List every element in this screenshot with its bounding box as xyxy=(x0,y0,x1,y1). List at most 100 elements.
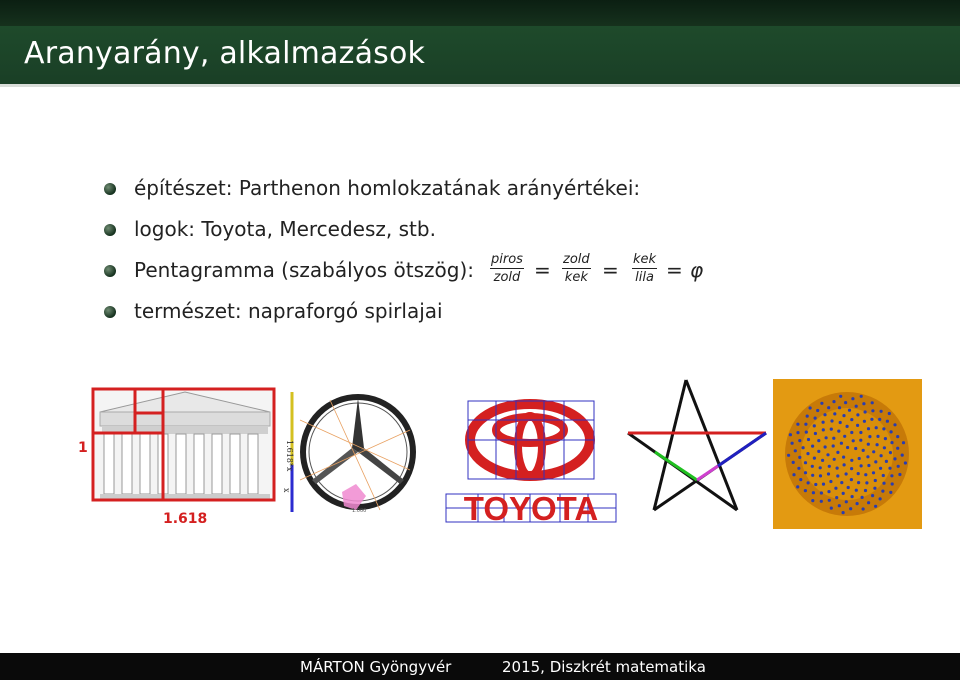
sunflower-seed xyxy=(817,439,821,443)
mercedes-image: 1.618*x x 1.000 xyxy=(282,390,422,520)
sunflower-seed xyxy=(806,437,811,442)
footer-author: MÁRTON Gyöngyvér xyxy=(300,658,452,676)
parthenon-image: 1 1.618 xyxy=(78,387,276,527)
sunflower-seed xyxy=(884,459,889,463)
sunflower-seed xyxy=(875,443,879,447)
sunflower-seed xyxy=(830,419,834,423)
sunflower-seed xyxy=(787,453,791,457)
sunflower-image xyxy=(773,379,922,529)
sunflower-seed xyxy=(898,472,902,477)
sunflower-seed xyxy=(805,414,809,418)
sunflower-seed xyxy=(796,485,800,489)
sunflower-seed xyxy=(842,455,846,459)
sunflower-seed xyxy=(796,422,800,426)
sunflower-seed xyxy=(804,422,808,426)
sunflower-seed xyxy=(846,445,850,450)
sunflower-seed xyxy=(872,450,876,454)
sunflower-seed xyxy=(855,502,859,506)
sunflower-seed xyxy=(836,450,840,454)
sunflower-seed xyxy=(827,464,831,468)
sunflower-seed xyxy=(844,401,848,405)
sunflower-seed xyxy=(866,442,870,446)
sunflower-seed xyxy=(811,444,815,448)
sunflower-seed xyxy=(881,489,885,493)
sunflower-seed xyxy=(873,478,877,483)
sunflower-seed xyxy=(837,504,841,508)
sunflower-seed xyxy=(871,494,875,498)
sunflower-seed xyxy=(871,409,875,413)
sunflower-seed xyxy=(791,460,795,464)
sunflower-seed xyxy=(826,472,831,476)
sunflower-seed xyxy=(839,394,843,398)
sunflower-seed xyxy=(859,430,863,435)
sunflower-seed xyxy=(824,436,828,440)
sunflower-seed xyxy=(827,490,831,494)
sunflower-seed xyxy=(885,419,890,423)
sunflower-seed xyxy=(896,435,900,439)
sunflower-seed xyxy=(808,406,812,410)
sunflower-seed xyxy=(821,428,825,432)
sunflower-seed xyxy=(862,419,867,423)
sunflower-seed xyxy=(841,510,845,515)
sunflower-seed xyxy=(851,397,855,401)
sunflower-seed xyxy=(803,461,808,465)
sunflower-seed xyxy=(850,458,854,462)
sunflower-seed xyxy=(874,426,878,430)
sunflower-seed xyxy=(859,394,863,398)
sunflower-seed xyxy=(850,467,854,471)
sunflower-seed xyxy=(864,473,868,477)
parthenon-width-label: 1.618 xyxy=(163,511,207,527)
sunflower-seed xyxy=(812,424,816,428)
sunflower-seed xyxy=(896,446,900,450)
sunflower-seed xyxy=(863,488,868,493)
sunflower-seed xyxy=(866,427,871,431)
sunflower-seed xyxy=(844,472,848,476)
toyota-wordmark: TOYOTA xyxy=(464,490,598,527)
sunflower-seed xyxy=(841,491,845,495)
sunflower-seed xyxy=(812,456,817,460)
sunflower-seed xyxy=(851,439,855,443)
sunflower-seed xyxy=(803,471,808,475)
sunflower-seed xyxy=(856,423,860,427)
sunflower-seed xyxy=(859,438,863,442)
sunflower-seed xyxy=(842,463,846,467)
sunflower-seed xyxy=(798,439,802,443)
sunflower-seed xyxy=(846,485,850,490)
mercedes-short-label: x xyxy=(282,488,291,493)
sunflower-seed xyxy=(868,435,872,439)
sunflower-seed xyxy=(821,458,825,462)
sunflower-seed xyxy=(849,507,853,511)
sunflower-seed xyxy=(803,489,808,493)
sunflower-seed xyxy=(873,486,877,490)
sunflower-seed xyxy=(882,427,886,431)
sunflower-seed xyxy=(887,411,891,416)
sunflower-seed xyxy=(823,445,827,449)
sunflower-seed xyxy=(833,412,837,416)
sunflower-seed xyxy=(849,478,854,482)
sunflower-seed xyxy=(866,455,870,459)
sunflower-seed xyxy=(874,504,878,508)
sunflower-seed xyxy=(840,481,844,485)
sunflower-seed xyxy=(820,401,824,405)
sunflower-seed xyxy=(857,456,861,461)
sunflower-seed xyxy=(870,417,874,421)
sunflower-seed xyxy=(867,501,871,505)
sunflower-seed xyxy=(814,482,818,487)
sunflower-seed xyxy=(844,500,848,504)
sunflower-seed xyxy=(837,406,842,410)
sunflower-seed xyxy=(901,441,906,445)
sunflower-seed xyxy=(847,408,852,412)
sunflower-seed xyxy=(893,423,897,427)
sunflower-seed xyxy=(865,481,869,485)
sunflower-seed xyxy=(881,473,885,478)
sunflower-seed xyxy=(882,446,887,450)
sunflower-seed xyxy=(843,434,847,438)
sunflower-seed xyxy=(878,497,882,501)
sunflower-seed xyxy=(798,455,802,459)
pentagram-image xyxy=(627,379,767,512)
sunflower-seed xyxy=(796,431,800,435)
sunflower-seed xyxy=(813,431,818,436)
sunflower-seed xyxy=(862,402,866,406)
sunflower-seed xyxy=(829,479,833,484)
sunflower-seed xyxy=(826,453,830,457)
